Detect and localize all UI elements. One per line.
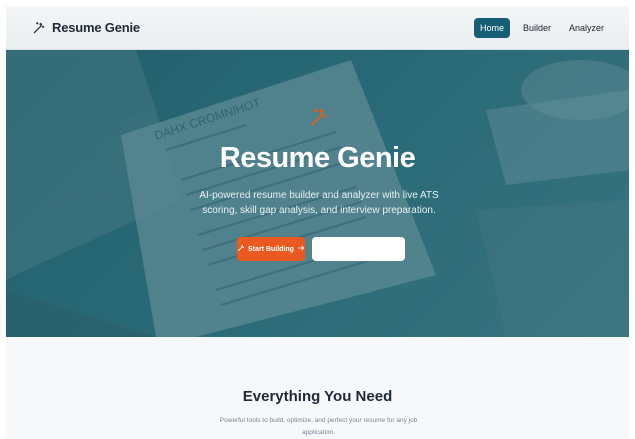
hero-content: Resume Genie AI-powered resume builder a… xyxy=(6,50,629,337)
features-title: Everything You Need xyxy=(242,388,393,405)
navbar: Resume Genie Home Builder Analyzer xyxy=(6,6,629,50)
nav-link-analyzer[interactable]: Analyzer xyxy=(564,18,609,38)
nav-link-builder[interactable]: Builder xyxy=(518,18,556,38)
nav-link-home[interactable]: Home xyxy=(473,17,510,38)
arrow-right-icon xyxy=(297,244,305,254)
hero-title: Resume Genie xyxy=(219,142,416,174)
magic-wand-icon xyxy=(308,106,328,133)
start-building-label: Start Building xyxy=(248,245,294,253)
brand-name: Resume Genie xyxy=(52,20,140,35)
features-section: Everything You Need Powerful tools to bu… xyxy=(6,337,629,439)
magic-wand-icon xyxy=(237,244,245,254)
browser-viewport: Resume Genie Home Builder Analyzer DAHX … xyxy=(6,6,629,439)
hero-section: DAHX CROMNIHOT Resume Genie AI-powered r… xyxy=(6,50,629,337)
features-subtitle: Powerful tools to build, optimize, and p… xyxy=(219,417,418,436)
nav-links: Home Builder Analyzer xyxy=(473,17,609,38)
brand[interactable]: Resume Genie xyxy=(32,20,140,35)
hero-subtitle: AI-powered resume builder and analyzer w… xyxy=(199,190,439,216)
start-building-button[interactable]: Start Building xyxy=(237,237,305,261)
secondary-button[interactable] xyxy=(312,237,405,261)
magic-wand-icon xyxy=(32,21,46,35)
